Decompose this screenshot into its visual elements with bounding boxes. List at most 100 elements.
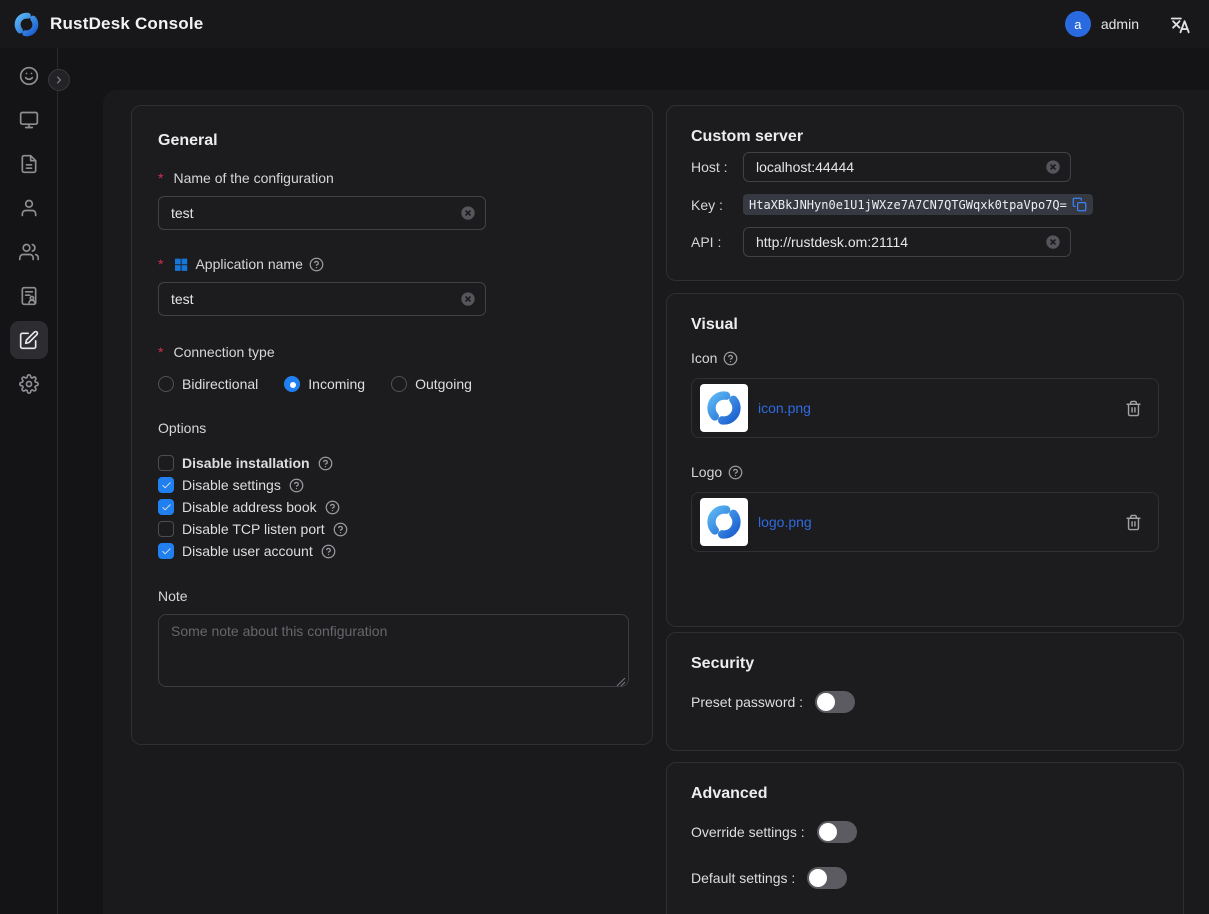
- clear-icon[interactable]: [1045, 234, 1061, 250]
- options-checkbox-list: Disable installation Disable settings Di…: [158, 452, 626, 562]
- icon-file-link[interactable]: icon.png: [758, 400, 811, 416]
- connection-type-label: Connection type: [158, 344, 626, 360]
- rustdesk-logo-icon: [12, 10, 40, 38]
- override-settings-row: Override settings :: [691, 821, 1159, 843]
- override-settings-toggle[interactable]: [817, 821, 857, 843]
- help-icon[interactable]: [325, 500, 340, 515]
- smiley-icon: [19, 66, 39, 86]
- help-icon[interactable]: [728, 465, 743, 480]
- security-panel: Security Preset password :: [666, 632, 1184, 751]
- help-icon[interactable]: [318, 456, 333, 471]
- security-title: Security: [691, 655, 1159, 673]
- config-name-label: Name of the configuration: [158, 170, 626, 186]
- help-icon[interactable]: [309, 257, 324, 272]
- api-input-wrap: [743, 227, 1071, 257]
- visual-panel: Visual Icon icon.png Logo: [666, 293, 1184, 627]
- help-icon[interactable]: [321, 544, 336, 559]
- toggle-knob: [819, 823, 837, 841]
- translate-icon[interactable]: [1169, 13, 1191, 35]
- user-name[interactable]: admin: [1101, 16, 1139, 32]
- custom-server-panel: Custom server Host : Key : HtaXBkJNHyn0e…: [666, 105, 1184, 281]
- sidebar-item-groups[interactable]: [7, 230, 51, 274]
- connection-type-radios: Bidirectional Incoming Outgoing: [158, 376, 626, 392]
- host-input[interactable]: [744, 159, 1070, 175]
- key-value: HtaXBkJNHyn0e1U1jWXze7A7CN7QTGWqxk0tpaVp…: [749, 198, 1067, 212]
- checkbox-disable-address-book[interactable]: Disable address book: [158, 496, 626, 518]
- general-title: General: [158, 132, 626, 150]
- edit-icon: [19, 330, 39, 350]
- application-name-label: Application name: [158, 256, 626, 272]
- sidebar-item-dashboard[interactable]: [7, 54, 51, 98]
- icon-thumbnail: [700, 384, 748, 432]
- sidebar-item-configurations[interactable]: [7, 318, 51, 362]
- sidebar-item-settings[interactable]: [7, 362, 51, 406]
- logo-file-box: logo.png: [691, 492, 1159, 552]
- checkbox: [158, 455, 174, 471]
- general-panel: General Name of the configuration Applic…: [131, 105, 653, 745]
- override-settings-label: Override settings :: [691, 824, 805, 840]
- config-name-input[interactable]: [159, 205, 485, 221]
- checkbox-disable-user-account[interactable]: Disable user account: [158, 540, 626, 562]
- default-settings-label: Default settings :: [691, 870, 795, 886]
- toggle-knob: [809, 869, 827, 887]
- host-input-wrap: [743, 152, 1071, 182]
- clear-icon[interactable]: [1045, 159, 1061, 175]
- chevron-right-icon: [53, 74, 65, 86]
- checkbox: [158, 521, 174, 537]
- app-header: RustDesk Console a admin: [0, 0, 1209, 48]
- app-title: RustDesk Console: [50, 14, 203, 34]
- note-label: Note: [158, 588, 626, 604]
- sidebar: [0, 48, 58, 914]
- radio-outgoing[interactable]: Outgoing: [391, 376, 472, 392]
- help-icon[interactable]: [289, 478, 304, 493]
- clear-icon[interactable]: [460, 291, 476, 307]
- preset-password-row: Preset password :: [691, 691, 1159, 713]
- visual-title: Visual: [691, 316, 1159, 334]
- preset-password-toggle[interactable]: [815, 691, 855, 713]
- copy-icon[interactable]: [1072, 197, 1087, 212]
- host-row: Host :: [691, 152, 1159, 182]
- sidebar-item-users[interactable]: [7, 186, 51, 230]
- sidebar-item-devices[interactable]: [7, 98, 51, 142]
- logo-file-link[interactable]: logo.png: [758, 514, 812, 530]
- toggle-knob: [817, 693, 835, 711]
- file-icon: [19, 154, 39, 174]
- default-settings-toggle[interactable]: [807, 867, 847, 889]
- icon-label: Icon: [691, 350, 1159, 366]
- key-row: Key : HtaXBkJNHyn0e1U1jWXze7A7CN7QTGWqxk…: [691, 194, 1159, 215]
- application-name-input[interactable]: [159, 291, 485, 307]
- note-textarea-wrap: [158, 614, 629, 687]
- checkbox-disable-installation[interactable]: Disable installation: [158, 452, 626, 474]
- options-label: Options: [158, 420, 626, 436]
- api-label: API :: [691, 234, 743, 250]
- note-textarea[interactable]: [159, 615, 628, 686]
- help-icon[interactable]: [723, 351, 738, 366]
- audit-icon: [19, 286, 39, 306]
- custom-server-title: Custom server: [691, 128, 1159, 146]
- rustdesk-console-app: RustDesk Console a admin: [0, 0, 1209, 914]
- icon-file-box: icon.png: [691, 378, 1159, 438]
- clear-icon[interactable]: [460, 205, 476, 221]
- trash-icon[interactable]: [1125, 400, 1142, 417]
- logo-thumbnail: [700, 498, 748, 546]
- radio-dot: [391, 376, 407, 392]
- key-label: Key :: [691, 197, 743, 213]
- checkbox-disable-settings[interactable]: Disable settings: [158, 474, 626, 496]
- sidebar-collapse-button[interactable]: [48, 69, 70, 91]
- checkbox-disable-tcp-listen-port[interactable]: Disable TCP listen port: [158, 518, 626, 540]
- trash-icon[interactable]: [1125, 514, 1142, 531]
- sidebar-item-logs[interactable]: [7, 142, 51, 186]
- checkbox: [158, 477, 174, 493]
- user-icon: [19, 198, 39, 218]
- radio-dot: [284, 376, 300, 392]
- help-icon[interactable]: [333, 522, 348, 537]
- api-input[interactable]: [744, 234, 1070, 250]
- key-value-chip: HtaXBkJNHyn0e1U1jWXze7A7CN7QTGWqxk0tpaVp…: [743, 194, 1093, 215]
- sidebar-item-audit[interactable]: [7, 274, 51, 318]
- resize-handle[interactable]: [616, 674, 626, 684]
- radio-bidirectional[interactable]: Bidirectional: [158, 376, 258, 392]
- avatar[interactable]: a: [1065, 11, 1091, 37]
- config-name-input-wrap: [158, 196, 486, 230]
- advanced-title: Advanced: [691, 785, 1159, 803]
- radio-incoming[interactable]: Incoming: [284, 376, 365, 392]
